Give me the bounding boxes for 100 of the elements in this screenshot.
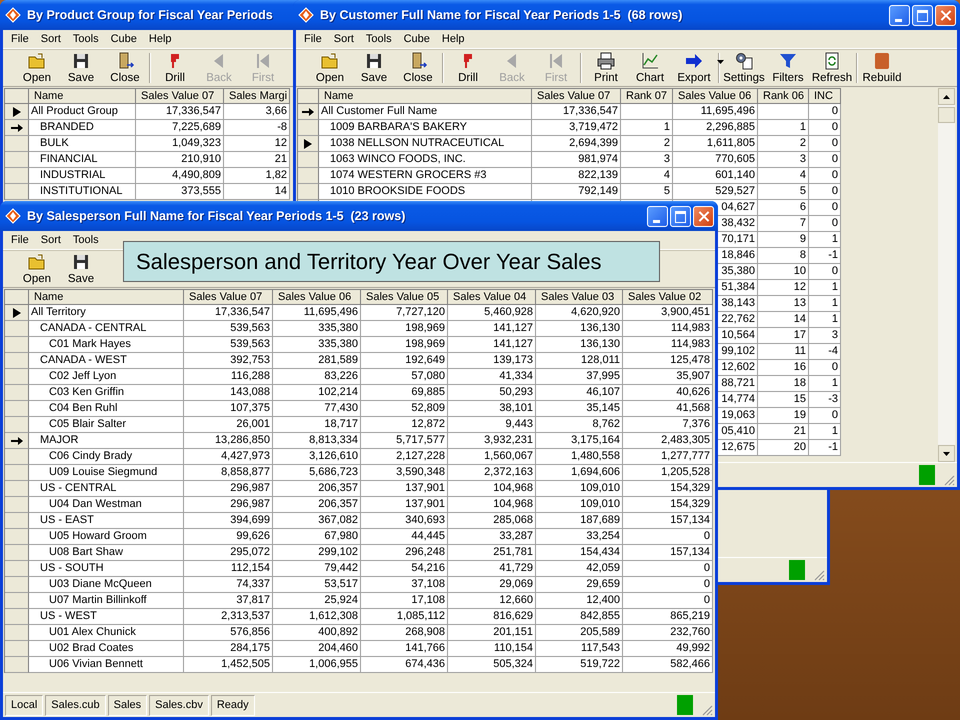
row-indicator[interactable]	[5, 120, 29, 136]
table-cell: 110,154	[448, 641, 536, 657]
toolbar-button[interactable]: Chart	[628, 50, 672, 86]
toolbar-button[interactable]: Drill	[446, 50, 490, 86]
menu-item[interactable]: Cube	[104, 32, 143, 46]
close-button[interactable]	[935, 4, 956, 26]
table-cell: 8,813,334	[273, 433, 361, 449]
column-header[interactable]: Sales Value 06	[673, 89, 758, 104]
table-cell: 11	[758, 344, 809, 360]
status-panel: Sales	[108, 694, 148, 716]
table-cell: 281,589	[273, 353, 361, 369]
scroll-down-button[interactable]	[938, 445, 955, 462]
column-header[interactable]: Sales Value 07	[136, 89, 224, 104]
column-header[interactable]: Rank 06	[758, 89, 809, 104]
resize-grip[interactable]	[943, 474, 955, 486]
table-cell: 4	[621, 168, 673, 184]
table-cell: 1,205,528	[623, 465, 713, 481]
menu-item[interactable]: Cube	[398, 32, 436, 46]
toolbar-button[interactable]: Open	[15, 50, 59, 86]
resize-grip[interactable]	[701, 704, 713, 716]
minimize-button[interactable]	[647, 206, 668, 226]
table-cell: 53,517	[273, 577, 361, 593]
menu-item[interactable]: Tools	[66, 232, 105, 248]
table-cell: 4,620,920	[536, 305, 623, 321]
toolbar-button[interactable]: Filters	[766, 50, 810, 86]
menu-item[interactable]: Tools	[360, 32, 398, 46]
row-indicator[interactable]	[298, 104, 319, 120]
table-cell: 2,372,163	[448, 465, 536, 481]
column-header[interactable]: Sales Value 02	[623, 290, 713, 305]
table-cell: 1	[809, 280, 841, 296]
toolbar-button[interactable]: Close	[396, 50, 440, 86]
column-header[interactable]: Rank 07	[621, 89, 673, 104]
toolbar-button[interactable]: Refresh	[810, 50, 854, 86]
table-cell: 5,686,723	[273, 465, 361, 481]
menu-item[interactable]: Help	[142, 32, 178, 46]
scroll-thumb[interactable]	[938, 107, 955, 123]
column-header[interactable]: Name	[319, 89, 532, 104]
table-cell: 1,82	[224, 168, 290, 184]
menu-item[interactable]: Help	[436, 32, 471, 46]
column-header[interactable]: Sales Value 07	[184, 290, 273, 305]
table-cell: 3	[621, 152, 673, 168]
table-cell: C01 Mark Hayes	[29, 337, 184, 353]
table-cell: U05 Howard Groom	[29, 529, 184, 545]
column-header[interactable]: Sales Value 07	[532, 89, 621, 104]
table-cell: 340,693	[361, 513, 448, 529]
column-header[interactable]: Sales Value 04	[448, 290, 536, 305]
close-button[interactable]	[693, 206, 714, 226]
toolbar-button[interactable]: Save	[352, 50, 396, 86]
minimize-button[interactable]	[889, 4, 910, 26]
table-cell: 16	[758, 360, 809, 376]
table-cell: 154,434	[536, 545, 623, 561]
caret-icon[interactable]	[717, 60, 724, 64]
table-cell: 33,254	[536, 529, 623, 545]
resize-grip[interactable]	[813, 569, 825, 581]
menu-item[interactable]: Sort	[34, 32, 67, 46]
menu-item[interactable]: Tools	[66, 32, 105, 46]
toolbar-button[interactable]: Open	[308, 50, 352, 86]
table-cell: 505,324	[448, 657, 536, 673]
table-cell: 4,490,809	[136, 168, 224, 184]
maximize-button[interactable]	[670, 206, 691, 226]
scroll-up-button[interactable]	[938, 88, 955, 105]
toolbar-button[interactable]: Settings	[722, 50, 766, 86]
table-cell: 4	[758, 168, 809, 184]
menu-item[interactable]: Sort	[34, 232, 67, 248]
table-cell: 139,173	[448, 353, 536, 369]
window-title: By Salesperson Full Name for Fiscal Year Periods 1-5 (23 rows)	[27, 209, 406, 223]
row-indicator[interactable]	[5, 433, 29, 449]
toolbar-button[interactable]: Open	[15, 251, 59, 287]
table-cell: 206,357	[273, 481, 361, 497]
column-header[interactable]: Name	[29, 290, 184, 305]
column-header[interactable]: INC	[809, 89, 841, 104]
maximize-button[interactable]	[912, 4, 933, 26]
toolbar-button[interactable]: Save	[59, 50, 103, 86]
row-indicator[interactable]	[5, 104, 29, 120]
table-cell	[758, 104, 809, 120]
table-cell: 792,149	[532, 184, 621, 200]
row-indicator[interactable]	[5, 305, 29, 321]
table-cell: U01 Alex Chunick	[29, 625, 184, 641]
table-cell: 12	[224, 136, 290, 152]
toolbar-button[interactable]: Save	[59, 251, 103, 287]
menu-item[interactable]: File	[5, 32, 35, 46]
table-cell: 136,130	[536, 337, 623, 353]
menu-item[interactable]: File	[298, 32, 328, 46]
column-header[interactable]: Sales Value 06	[273, 290, 361, 305]
row-indicator[interactable]	[298, 136, 319, 152]
column-header[interactable]: Sales Value 05	[361, 290, 448, 305]
table-cell: 210,910	[136, 152, 224, 168]
toolbar-button[interactable]: Export	[672, 50, 716, 86]
table-cell: 7,225,689	[136, 120, 224, 136]
column-header[interactable]: Sales Margi	[224, 89, 290, 104]
toolbar-button[interactable]: Print	[584, 50, 628, 86]
toolbar-button[interactable]: Rebuild	[860, 50, 904, 86]
scrollbar[interactable]	[938, 88, 955, 462]
menu-item[interactable]: File	[5, 232, 35, 248]
toolbar-button[interactable]: Drill	[153, 50, 197, 86]
menu-item[interactable]: Sort	[328, 32, 360, 46]
column-header[interactable]: Sales Value 03	[536, 290, 623, 305]
status-panel: Sales.cbv	[149, 694, 209, 716]
column-header[interactable]: Name	[29, 89, 136, 104]
toolbar-button[interactable]: Close	[103, 50, 147, 86]
